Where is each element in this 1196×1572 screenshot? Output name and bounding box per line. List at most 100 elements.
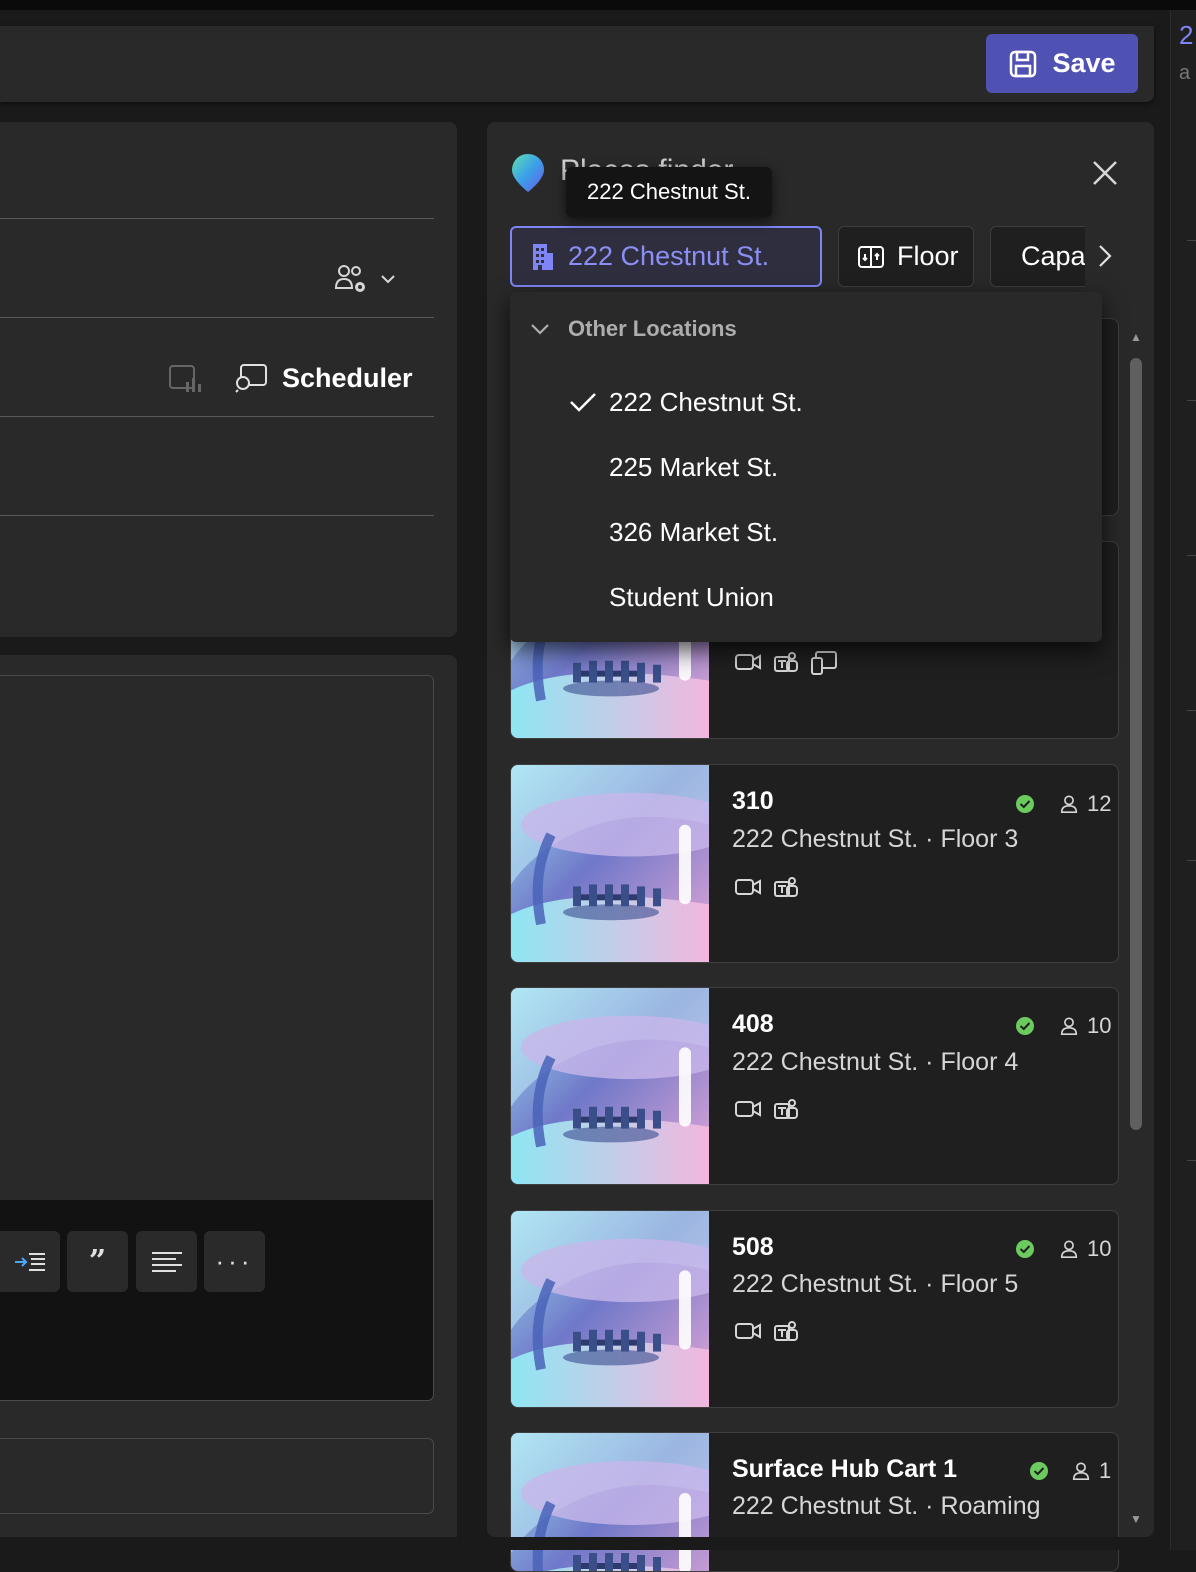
chevron-down-icon	[531, 324, 549, 335]
window-top-strip	[0, 0, 1196, 10]
time-field-divider	[0, 416, 434, 417]
room-features	[734, 875, 800, 903]
room-card[interactable]: 408 10 222 Chestnut St. · Floor 4	[510, 987, 1119, 1185]
people-settings-icon	[334, 265, 365, 292]
room-card[interactable]: 508 10 222 Chestnut St. · Floor 5	[510, 1210, 1119, 1408]
video-icon	[734, 1097, 762, 1121]
quote-icon: ”	[88, 1244, 107, 1279]
close-icon[interactable]	[1088, 156, 1122, 190]
header-bar	[0, 26, 1154, 102]
room-capacity: 1	[1099, 1458, 1112, 1483]
person-icon	[1059, 1016, 1079, 1036]
save-label: Save	[1052, 48, 1116, 78]
teams-icon	[772, 1319, 800, 1347]
dropdown-item[interactable]: 225 Market St.	[510, 437, 1102, 497]
room-name: Surface Hub Cart 1	[732, 1455, 958, 1483]
more-icon: ···	[215, 1246, 254, 1276]
room-photo	[511, 1433, 709, 1572]
save-icon	[1010, 50, 1037, 77]
room-location: 222 Chestnut St. · Floor 3	[732, 825, 1019, 853]
available-icon	[1015, 1016, 1035, 1036]
room-capacity: 12	[1087, 791, 1112, 816]
attendees-field-divider	[0, 317, 434, 318]
available-icon	[1015, 1239, 1035, 1259]
person-icon	[1059, 794, 1079, 814]
dropdown-item[interactable]: 326 Market St.	[510, 502, 1102, 562]
room-name: 408	[732, 1010, 774, 1038]
teams-icon	[772, 1097, 800, 1125]
scheduler-icon	[235, 364, 267, 393]
capacity-filter-label: Capacity	[1021, 241, 1085, 271]
panel-bottom-clip	[487, 1537, 1154, 1550]
floor-icon	[858, 245, 884, 268]
room-location: 222 Chestnut St. · Floor 4	[732, 1048, 1019, 1076]
dropdown-group-label: Other Locations	[568, 316, 737, 341]
building-icon	[533, 243, 553, 270]
edge-glyph: 2	[1179, 20, 1194, 50]
scheduler-label: Scheduler	[282, 362, 413, 393]
room-photo	[511, 1211, 709, 1407]
chevron-right-icon[interactable]	[1098, 244, 1112, 268]
teams-icon	[772, 875, 800, 903]
available-icon	[1029, 1461, 1049, 1481]
room-status: 1	[1029, 1458, 1111, 1484]
location-tooltip: 222 Chestnut St.	[566, 167, 772, 217]
dropdown-item-label: 222 Chestnut St.	[609, 386, 803, 417]
room-card[interactable]: 310 12 222 Chestnut St. · Floor 3	[510, 764, 1119, 963]
floor-filter-label: Floor	[897, 241, 959, 271]
places-logo-icon	[512, 154, 544, 192]
room-features	[734, 1097, 800, 1125]
adjacent-window-edge: 2 a	[1170, 10, 1196, 1550]
dropdown-item[interactable]: 222 Chestnut St.	[510, 372, 1102, 432]
format-toolbar	[0, 1200, 433, 1400]
indent-button[interactable]	[0, 1231, 60, 1292]
floor-filter-button[interactable]: Floor	[838, 226, 974, 287]
edge-glyph: a	[1179, 62, 1191, 84]
scroll-down-arrow[interactable]: ▼	[1130, 1512, 1142, 1526]
room-card[interactable]: Surface Hub Cart 1 1 222 Chestnut St. · …	[510, 1432, 1119, 1572]
room-name: 508	[732, 1233, 774, 1261]
quote-button[interactable]: ”	[67, 1231, 128, 1292]
teams-icon	[772, 650, 800, 678]
room-location: 222 Chestnut St. · Floor 5	[732, 1270, 1019, 1298]
room-status: 10	[1015, 1013, 1111, 1039]
bottom-input[interactable]	[0, 1438, 434, 1514]
align-button[interactable]	[136, 1231, 197, 1292]
room-features	[734, 650, 838, 678]
save-button[interactable]: Save	[986, 34, 1138, 93]
insights-icon[interactable]	[168, 364, 202, 396]
more-options-button[interactable]: ···	[204, 1231, 265, 1292]
room-location: 222 Chestnut St. · Roaming	[732, 1492, 1041, 1520]
dropdown-group-header[interactable]: Other Locations	[530, 316, 737, 342]
attendee-options-button[interactable]	[334, 262, 396, 296]
room-name: 310	[732, 787, 774, 815]
capacity-filter-button[interactable]: Capacity	[990, 226, 1085, 287]
video-icon	[734, 650, 762, 674]
location-filter-button[interactable]: 222 Chestnut St.	[510, 226, 822, 287]
chevron-down-icon	[381, 275, 395, 284]
scroll-up-arrow[interactable]: ▲	[1130, 330, 1142, 344]
location-field-divider	[0, 515, 434, 516]
room-photo	[511, 988, 709, 1184]
indent-icon	[15, 1252, 45, 1271]
scrollbar-thumb[interactable]	[1130, 358, 1142, 1130]
checkmark-icon	[570, 393, 596, 412]
title-field-divider	[0, 218, 434, 219]
scheduler-button[interactable]: Scheduler	[234, 362, 413, 394]
location-filter-label: 222 Chestnut St.	[568, 241, 770, 271]
room-features	[734, 1319, 800, 1347]
person-icon	[1071, 1461, 1091, 1481]
room-capacity: 10	[1087, 1236, 1112, 1261]
room-status: 10	[1015, 1236, 1111, 1262]
dropdown-item-label: 225 Market St.	[609, 451, 779, 482]
room-capacity: 10	[1087, 1013, 1112, 1038]
person-icon	[1059, 1239, 1079, 1259]
dropdown-item[interactable]: Student Union	[510, 567, 1102, 627]
available-icon	[1015, 794, 1035, 814]
location-dropdown: Other Locations 222 Chestnut St. 225 Mar…	[510, 292, 1102, 642]
video-icon	[734, 1319, 762, 1343]
dropdown-item-label: Student Union	[609, 581, 774, 612]
video-icon	[734, 875, 762, 899]
dropdown-item-label: 326 Market St.	[609, 516, 779, 547]
display-icon	[811, 651, 837, 675]
